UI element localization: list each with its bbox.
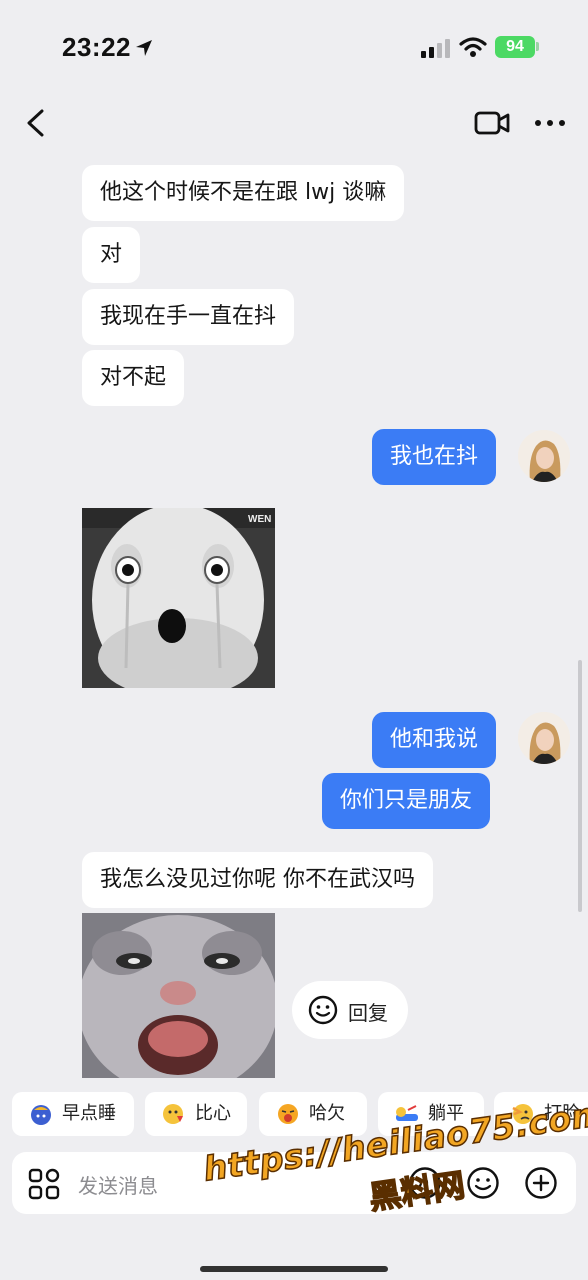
status-time: 23:22: [62, 32, 131, 62]
video-call-icon[interactable]: [474, 110, 510, 136]
battery-indicator: 94: [495, 36, 535, 58]
message-input[interactable]: 发送消息: [78, 1170, 158, 1199]
crying-ghost-sticker[interactable]: WEN: [82, 508, 275, 688]
more-options-icon[interactable]: [534, 118, 566, 128]
chip-label: 早点睡: [62, 1103, 116, 1124]
chat-header: [0, 96, 588, 154]
incoming-message[interactable]: 我现在手一直在抖: [82, 289, 295, 345]
battery-tip: [536, 42, 539, 51]
avatar-portrait-icon: [518, 712, 570, 764]
screaming-cat-sticker[interactable]: [82, 913, 275, 1078]
back-chevron-icon[interactable]: [24, 108, 46, 138]
incoming-message[interactable]: 对不起: [82, 350, 185, 406]
home-indicator[interactable]: [200, 1266, 388, 1272]
scrollbar[interactable]: [578, 660, 582, 912]
my-avatar[interactable]: [518, 430, 570, 482]
reply-button[interactable]: 回复: [292, 981, 408, 1039]
my-avatar[interactable]: [518, 712, 570, 764]
incoming-message[interactable]: 对: [82, 227, 141, 283]
quick-reply-chip[interactable]: 早点睡: [12, 1092, 134, 1136]
status-bar: 23:22 94: [0, 0, 588, 96]
watermark-name: 黑料网: [366, 1165, 468, 1217]
watermark: https://heiliao75.com 黑料网: [200, 1090, 588, 1251]
incoming-message[interactable]: 他这个时候不是在跟 lwj 谈嘛: [82, 165, 405, 221]
chip-label: 比心: [195, 1103, 231, 1124]
outgoing-message[interactable]: 我也在抖: [372, 429, 497, 485]
wifi-icon: [459, 37, 487, 57]
outgoing-message[interactable]: 他和我说: [372, 712, 497, 768]
smiley-face-icon: [308, 995, 338, 1025]
quick-reply-chip[interactable]: 比心: [145, 1092, 247, 1136]
sleep-emoji-icon: [31, 1105, 51, 1125]
yawn-emoji-icon: [278, 1104, 298, 1124]
heart-hands-emoji-icon: [163, 1104, 183, 1124]
location-arrow-icon: [136, 40, 152, 56]
cellular-signal-icon: [421, 39, 450, 58]
outgoing-message[interactable]: 你们只是朋友: [322, 773, 491, 829]
reply-label: 回复: [348, 1001, 388, 1025]
svg-text:WEN: WEN: [248, 514, 271, 525]
avatar-portrait-icon: [518, 430, 570, 482]
incoming-message[interactable]: 我怎么没见过你呢 你不在武汉吗: [82, 852, 433, 908]
apps-grid-icon[interactable]: [28, 1168, 60, 1200]
